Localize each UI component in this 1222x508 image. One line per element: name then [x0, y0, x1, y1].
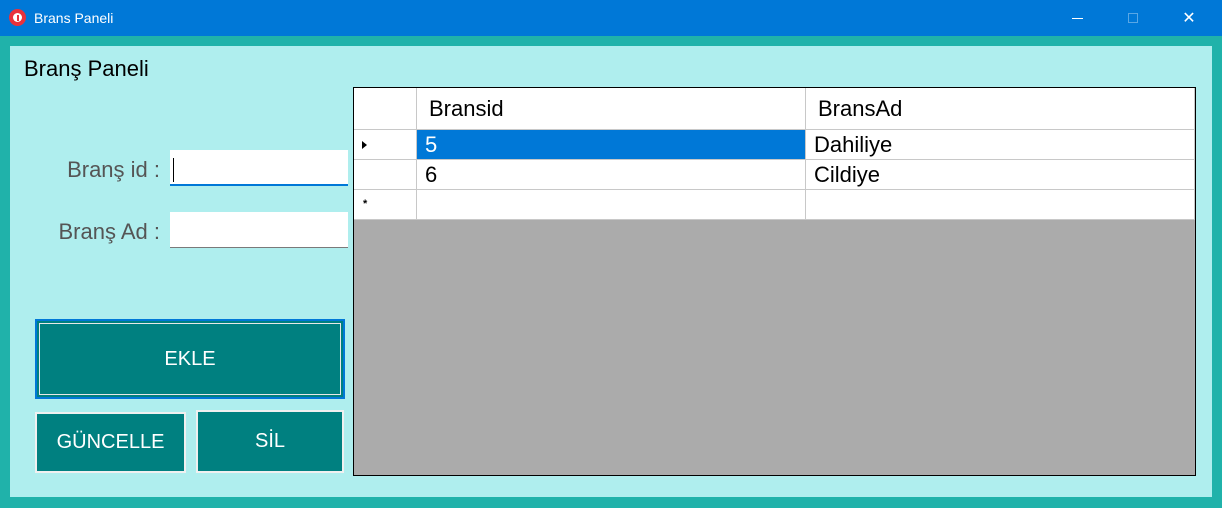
- brans-ad-label: Branş Ad :: [58, 219, 160, 244]
- cell-bransad[interactable]: [806, 190, 1195, 220]
- close-icon: ✕: [1182, 10, 1196, 27]
- ekle-button[interactable]: EKLE: [35, 319, 345, 399]
- guncelle-button[interactable]: GÜNCELLE: [35, 412, 186, 473]
- panel-title: Branş Paneli: [24, 56, 149, 81]
- window-title: Brans Paneli: [34, 10, 114, 26]
- brans-id-label: Branş id :: [67, 157, 160, 182]
- close-button[interactable]: ✕: [1166, 0, 1212, 36]
- text-caret: [173, 158, 174, 182]
- table-row[interactable]: 5 Dahiliye: [354, 130, 1195, 160]
- maximize-icon: [1128, 13, 1138, 23]
- maximize-button: [1110, 0, 1156, 36]
- brans-id-input[interactable]: [170, 150, 348, 186]
- row-header[interactable]: [354, 160, 417, 190]
- grid-header-row: Bransid BransAd: [354, 88, 1195, 130]
- title-bar: Brans Paneli ✕: [0, 0, 1222, 36]
- new-row-icon: *: [363, 198, 368, 210]
- ekle-button-label: EKLE: [164, 347, 216, 370]
- brans-ad-input[interactable]: [170, 212, 348, 248]
- row-header[interactable]: [354, 130, 417, 160]
- guncelle-button-label: GÜNCELLE: [56, 431, 165, 453]
- row-pointer-icon: [362, 141, 367, 149]
- cell-bransid[interactable]: [417, 190, 806, 220]
- grid-corner-header[interactable]: [354, 88, 417, 130]
- cell-bransid[interactable]: 6: [417, 160, 806, 190]
- table-row[interactable]: 6 Cildiye: [354, 160, 1195, 190]
- minimize-icon: [1071, 17, 1083, 19]
- minimize-button[interactable]: [1054, 0, 1100, 36]
- form-panel: Branş Paneli Branş id : Branş Ad : EKLE …: [10, 46, 1212, 497]
- sil-button-label: SİL: [254, 430, 286, 452]
- cell-bransid[interactable]: 5: [417, 130, 806, 160]
- row-header[interactable]: *: [354, 190, 417, 220]
- new-row[interactable]: *: [354, 190, 1195, 220]
- column-header-bransad[interactable]: BransAd: [806, 88, 1195, 130]
- sil-button[interactable]: SİL: [196, 410, 344, 473]
- app-icon[interactable]: [9, 9, 26, 26]
- brans-data-grid[interactable]: Bransid BransAd 5 Dahiliye 6 Cildiye *: [353, 87, 1196, 476]
- column-header-bransid[interactable]: Bransid: [417, 88, 806, 130]
- cell-bransad[interactable]: Cildiye: [806, 160, 1195, 190]
- cell-bransad[interactable]: Dahiliye: [806, 130, 1195, 160]
